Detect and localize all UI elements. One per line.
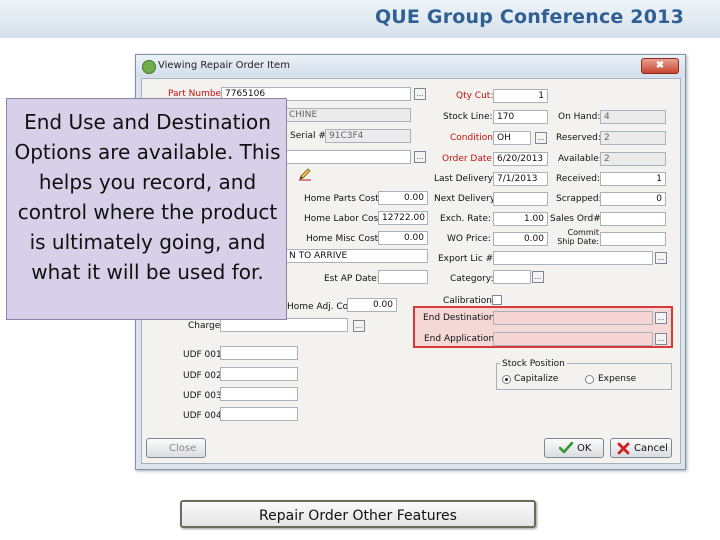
category-lookup-button[interactable]: ... bbox=[532, 271, 544, 283]
sales-ord-field[interactable] bbox=[600, 212, 666, 226]
order-misc-lookup-button[interactable]: ... bbox=[414, 151, 426, 163]
status-field: N TO ARRIVE bbox=[285, 249, 428, 263]
received-label: Received: bbox=[556, 174, 600, 184]
udf-004-field[interactable] bbox=[220, 407, 298, 421]
close-button[interactable]: Close bbox=[146, 438, 206, 458]
wo-price-label: WO Price: bbox=[447, 234, 491, 244]
commit-ship-date-label: Commit Ship Date: bbox=[557, 228, 599, 246]
condition-field[interactable]: OH bbox=[493, 131, 531, 145]
udf-003-label: UDF 003 bbox=[183, 391, 222, 401]
cancel-button-label: Cancel bbox=[634, 443, 668, 454]
sales-ord-label: Sales Ord#: bbox=[550, 214, 604, 224]
end-destination-label: End Destination: bbox=[423, 313, 498, 323]
serial-label: Serial #: bbox=[290, 131, 329, 141]
home-parts-cost-label: Home Parts Cost: bbox=[304, 194, 382, 204]
home-misc-cost-field[interactable]: 0.00 bbox=[378, 231, 428, 245]
home-labor-cost-field[interactable]: 12722.00 bbox=[378, 211, 428, 225]
udf-001-label: UDF 001 bbox=[183, 350, 222, 360]
close-button-label: Close bbox=[169, 443, 197, 454]
order-date-field[interactable]: 6/20/2013 bbox=[493, 152, 548, 166]
udf-002-label: UDF 002 bbox=[183, 371, 222, 381]
condition-lookup-button[interactable]: ... bbox=[535, 132, 547, 144]
on-hand-label: On Hand: bbox=[558, 112, 601, 122]
last-delivery-label: Last Delivery: bbox=[434, 174, 496, 184]
callout-text: End Use and Destination Options are avai… bbox=[14, 110, 281, 284]
checkmark-icon bbox=[558, 441, 574, 454]
export-lic-label: Export Lic #: bbox=[438, 254, 497, 264]
category-field[interactable] bbox=[493, 270, 531, 284]
stock-line-field[interactable]: 170 bbox=[493, 110, 548, 124]
reserved-field: 2 bbox=[600, 131, 666, 145]
commit-ship-date-field[interactable] bbox=[600, 232, 666, 246]
udf-003-field[interactable] bbox=[220, 387, 298, 401]
udf-001-field[interactable] bbox=[220, 346, 298, 360]
conference-title: QUE Group Conference 2013 bbox=[374, 6, 684, 28]
window-titlebar: Viewing Repair Order Item ✖ bbox=[136, 55, 685, 77]
end-destination-field[interactable] bbox=[493, 311, 653, 325]
end-application-field[interactable] bbox=[493, 332, 653, 346]
scrapped-field[interactable]: 0 bbox=[600, 192, 666, 206]
slide-caption-box: Repair Order Other Features bbox=[180, 500, 536, 528]
ok-button[interactable]: OK bbox=[544, 438, 604, 458]
on-hand-field: 4 bbox=[600, 110, 666, 124]
capitalize-label: Capitalize bbox=[514, 374, 559, 384]
cancel-button[interactable]: Cancel bbox=[610, 438, 672, 458]
end-destination-lookup-button[interactable]: ... bbox=[655, 312, 667, 324]
ok-button-label: OK bbox=[577, 443, 592, 454]
udf-004-label: UDF 004 bbox=[183, 411, 222, 421]
description-field: CHINE bbox=[285, 108, 411, 122]
slide-caption: Repair Order Other Features bbox=[259, 508, 457, 524]
reserved-label: Reserved: bbox=[556, 133, 601, 143]
serial-field: 91C3F4 bbox=[325, 129, 411, 143]
next-delivery-field[interactable] bbox=[493, 192, 548, 206]
capitalize-radio[interactable] bbox=[502, 375, 511, 384]
stock-line-label: Stock Line: bbox=[443, 112, 493, 122]
end-application-lookup-button[interactable]: ... bbox=[655, 333, 667, 345]
condition-label: Condition: bbox=[450, 133, 496, 143]
window-close-button[interactable]: ✖ bbox=[641, 58, 679, 74]
last-delivery-field[interactable]: 7/1/2013 bbox=[493, 172, 548, 186]
order-misc-field[interactable] bbox=[285, 150, 411, 164]
est-ap-date-label: Est AP Date: bbox=[324, 274, 380, 284]
home-labor-cost-label: Home Labor Cost: bbox=[304, 214, 385, 224]
part-number-lookup-button[interactable]: ... bbox=[414, 88, 426, 100]
edit-pencil-icon[interactable] bbox=[298, 168, 312, 181]
scrapped-label: Scrapped: bbox=[556, 194, 602, 204]
expense-label: Expense bbox=[598, 374, 637, 384]
calibration-label: Calibration: bbox=[443, 296, 496, 306]
export-lic-field[interactable] bbox=[493, 251, 653, 265]
qty-cut-label: Qty Cut: bbox=[456, 91, 494, 101]
est-ap-date-field[interactable] bbox=[378, 270, 428, 284]
export-lic-lookup-button[interactable]: ... bbox=[655, 252, 667, 264]
udf-002-field[interactable] bbox=[220, 367, 298, 381]
cancel-x-icon bbox=[617, 442, 630, 455]
app-icon bbox=[142, 60, 156, 74]
home-misc-cost-label: Home Misc Cost: bbox=[306, 234, 382, 244]
next-delivery-label: Next Delivery: bbox=[434, 194, 498, 204]
expense-radio[interactable] bbox=[585, 375, 594, 384]
home-adj-cost-field[interactable]: 0.00 bbox=[347, 298, 397, 312]
charge-label: Charge bbox=[188, 321, 221, 331]
exch-rate-label: Exch. Rate: bbox=[440, 214, 491, 224]
available-field: 2 bbox=[600, 152, 666, 166]
received-field[interactable]: 1 bbox=[600, 172, 666, 186]
callout-box: End Use and Destination Options are avai… bbox=[6, 98, 287, 320]
charge-field[interactable] bbox=[220, 318, 348, 332]
home-parts-cost-field[interactable]: 0.00 bbox=[378, 191, 428, 205]
available-label: Available: bbox=[558, 154, 602, 164]
end-application-label: End Application: bbox=[424, 334, 498, 344]
slide-header-bar: QUE Group Conference 2013 bbox=[0, 0, 720, 38]
charge-lookup-button[interactable]: ... bbox=[353, 320, 365, 332]
window-title: Viewing Repair Order Item bbox=[158, 60, 290, 71]
calibration-checkbox[interactable] bbox=[492, 295, 502, 305]
order-date-label: Order Date: bbox=[442, 154, 495, 164]
wo-price-field[interactable]: 0.00 bbox=[493, 232, 548, 246]
category-label: Category: bbox=[450, 274, 494, 284]
close-icon: ✖ bbox=[655, 60, 665, 71]
exch-rate-field[interactable]: 1.00 bbox=[493, 212, 548, 226]
qty-cut-field[interactable]: 1 bbox=[493, 89, 548, 103]
stock-position-label: Stock Position bbox=[500, 359, 567, 369]
